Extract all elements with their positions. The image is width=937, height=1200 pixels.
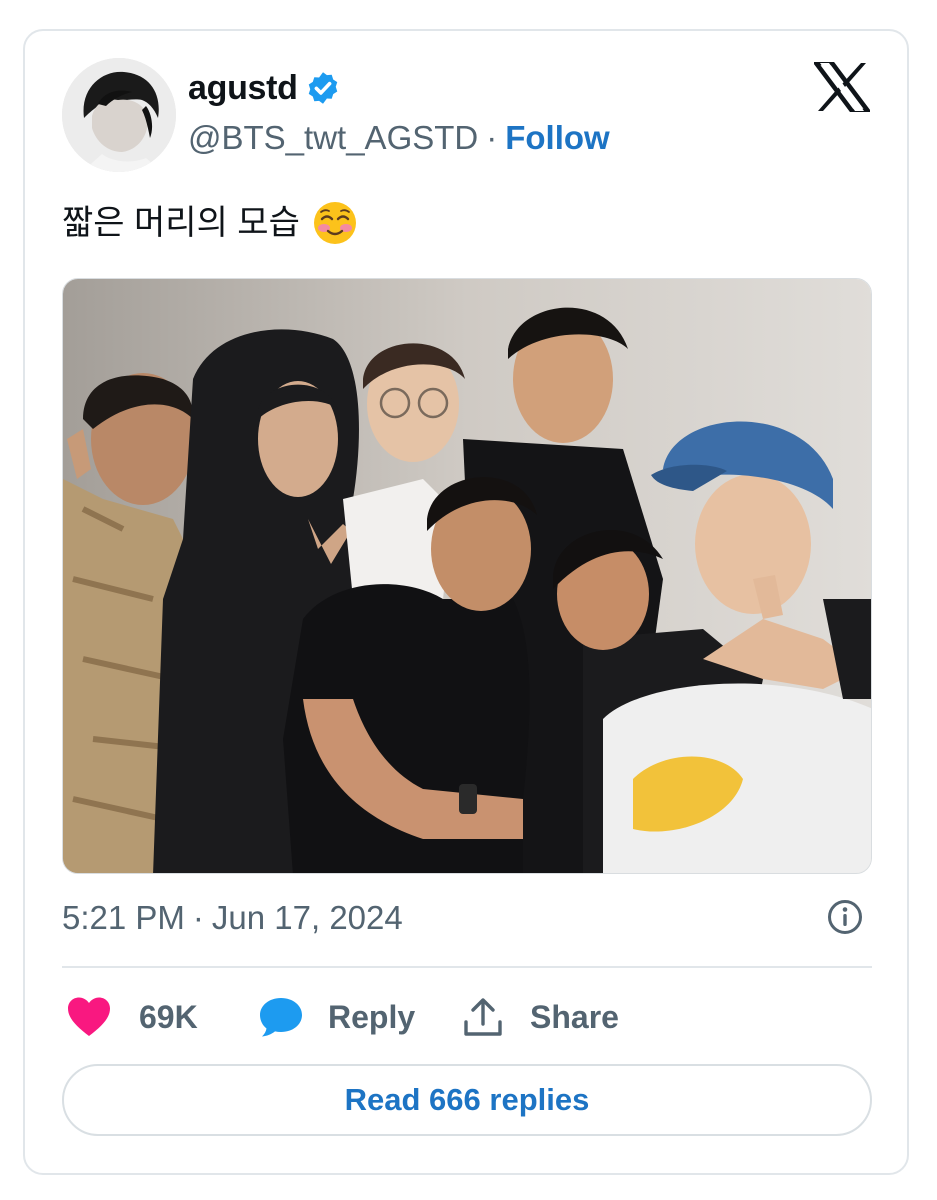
reply-button[interactable]: Reply [258,990,415,1044]
info-icon[interactable] [826,898,864,936]
heart-icon [68,997,110,1036]
like-count: 69K [139,998,198,1035]
separator-dot: · [486,119,498,156]
display-name-text[interactable]: agustd [188,66,298,110]
x-logo-icon[interactable] [814,62,870,112]
tweet-time[interactable]: 5:21 PM [62,899,185,936]
read-replies-button[interactable]: Read 666 replies [62,1064,872,1136]
separator-dot: · [192,899,204,936]
share-label: Share [530,998,619,1035]
avatar[interactable] [62,58,176,172]
like-button[interactable]: 69K [66,990,198,1044]
tweet-text-body: 짧은 머리의 모습 [62,204,300,242]
divider [62,966,872,968]
display-name[interactable]: agustd [188,66,341,110]
handle-row: @BTS_twt_AGSTD · Follow [188,116,610,160]
follow-button[interactable]: Follow [505,119,609,156]
user-handle[interactable]: @BTS_twt_AGSTD [188,119,478,156]
read-replies-label: Read 666 replies [344,1082,590,1117]
tweet-timestamp[interactable]: 5:21 PM · Jun 17, 2024 [62,896,403,940]
share-button[interactable]: Share [462,990,619,1044]
tweet-photo[interactable] [62,278,872,874]
reply-label: Reply [328,998,416,1035]
speech-bubble-icon [260,998,302,1037]
tweet-text: 짧은 머리의 모습 [62,198,358,248]
smiling-face-with-blush-icon [313,202,356,244]
tweet-date[interactable]: Jun 17, 2024 [212,899,403,936]
verified-badge-icon [308,72,337,104]
share-upload-icon [464,998,502,1036]
